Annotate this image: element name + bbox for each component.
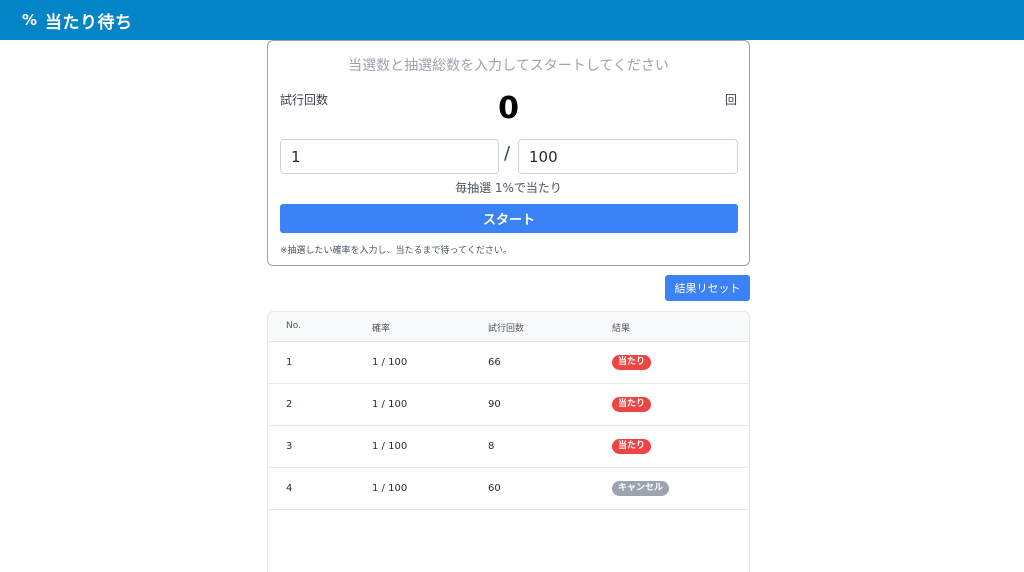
column-header-trials: 試行回数 [488,324,525,334]
trial-count-value: 0 [498,91,519,126]
row-no: 1 [286,357,293,368]
instruction-text: 当選数と抽選総数を入力してスタートしてください [348,58,669,74]
probability-text: 毎抽選 1%で当たり [455,181,562,195]
row-trials: 8 [488,441,495,452]
reset-results-button[interactable]: 結果リセット [665,275,750,301]
table-header: No. 確率 試行回数 結果 [268,312,749,342]
win-count-input[interactable] [280,139,499,174]
total-count-input[interactable] [518,139,738,174]
table-row: 2 1 / 100 90 当たり [268,384,749,426]
row-trials: 66 [488,357,501,368]
row-no: 4 [286,483,293,494]
table-row: 4 1 / 100 60 キャンセル [268,468,749,510]
row-trials: 90 [488,399,501,410]
table-row: 1 1 / 100 66 当たり [268,342,749,384]
note-text: ※抽選したい確率を入力し、当たるまで待ってください。 [280,246,512,256]
row-trials: 60 [488,483,501,494]
row-no: 3 [286,441,293,452]
column-header-probability: 確率 [372,324,391,334]
column-header-no: No. [286,321,301,331]
trial-count-unit: 回 [724,93,737,107]
column-header-result: 結果 [612,324,631,334]
row-probability: 1 / 100 [372,357,408,368]
result-badge: 当たり [612,397,652,412]
lottery-form-card: 当選数と抽選総数を入力してスタートしてください 試行回数 0 回 / 毎抽選 1… [267,40,750,266]
result-badge: キャンセル [612,481,670,496]
start-button[interactable]: スタート [280,204,738,233]
result-badge: 当たり [612,439,652,454]
row-probability: 1 / 100 [372,399,408,410]
app-title: 当たり待ち [45,12,133,33]
row-probability: 1 / 100 [372,483,408,494]
percent-icon: % [22,11,38,29]
table-row: 3 1 / 100 8 当たり [268,426,749,468]
fraction-slash: / [504,143,511,164]
row-no: 2 [286,399,293,410]
results-table: No. 確率 試行回数 結果 1 1 / 100 66 当たり 2 1 / 10… [267,311,750,572]
result-badge: 当たり [612,355,652,370]
row-probability: 1 / 100 [372,441,408,452]
app-header: % 当たり待ち [0,0,1024,40]
